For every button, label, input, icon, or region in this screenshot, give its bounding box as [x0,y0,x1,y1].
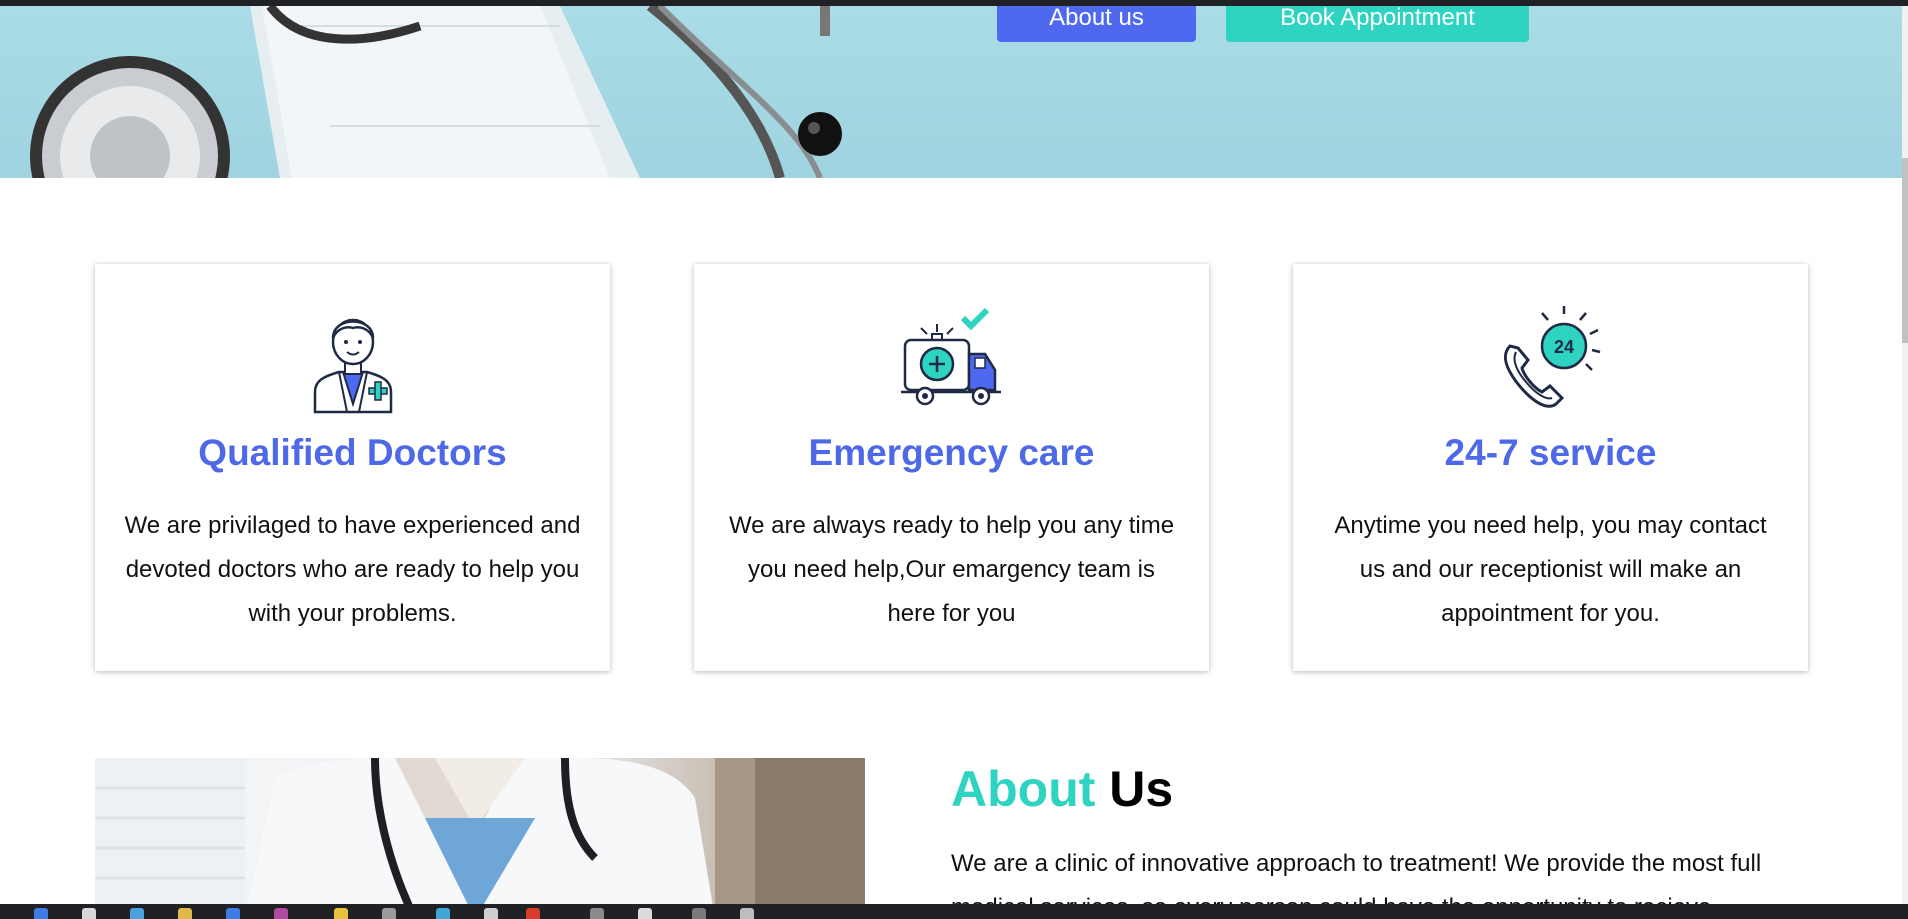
taskbar-app-icon[interactable] [382,908,396,919]
taskbar-app-icon[interactable] [82,908,96,919]
feature-card-qualified-doctors: Qualified Doctors We are privilaged to h… [95,264,610,671]
about-title-rest: Us [1109,761,1174,817]
taskbar-app-icon[interactable] [274,908,288,919]
ambulance-icon [900,307,1001,406]
feature-title: Emergency care [808,432,1095,473]
taskbar-app-icon[interactable] [692,908,706,919]
hero-banner: About us Book Appointment [0,6,1908,178]
about-title: About Us [951,760,1173,818]
about-doctor-image [95,758,865,919]
feature-text: We are always ready to help you any time… [728,512,1175,627]
doctor-icon [313,318,392,414]
browser-top-edge [0,0,1908,6]
book-appointment-button[interactable]: Book Appointment [1226,6,1529,42]
taskbar-app-icon[interactable] [484,908,498,919]
taskbar-app-icon[interactable] [334,908,348,919]
phone-24-icon: 24 [1503,306,1600,408]
svg-text:24: 24 [1553,337,1573,357]
feature-card-24-7-service: 24 24-7 service Anytime you need help, y… [1293,264,1808,671]
taskbar-app-icon[interactable] [178,908,192,919]
feature-card-emergency-care: Emergency care We are always ready to he… [694,264,1209,671]
feature-text: We are privilaged to have experienced an… [124,512,581,627]
taskbar-app-icon[interactable] [590,908,604,919]
taskbar-app-icon[interactable] [130,908,144,919]
taskbar-app-icon[interactable] [34,908,48,919]
feature-text: Anytime you need help, you may contact u… [1334,512,1767,627]
doctor-photo [95,758,865,919]
taskbar-app-icon[interactable] [740,908,754,919]
taskbar-app-icon[interactable] [226,908,240,919]
about-title-accent: About [951,761,1096,817]
taskbar-app-icon[interactable] [526,908,540,919]
feature-title: Qualified Doctors [198,432,507,473]
about-us-button[interactable]: About us [997,6,1196,42]
taskbar-app-icon[interactable] [638,908,652,919]
scrollbar-thumb[interactable] [1902,158,1908,343]
page-scrollbar[interactable] [1902,6,1908,919]
stethoscope-mask-image [30,6,842,178]
feature-title: 24-7 service [1444,432,1657,473]
taskbar-app-icon[interactable] [436,908,450,919]
